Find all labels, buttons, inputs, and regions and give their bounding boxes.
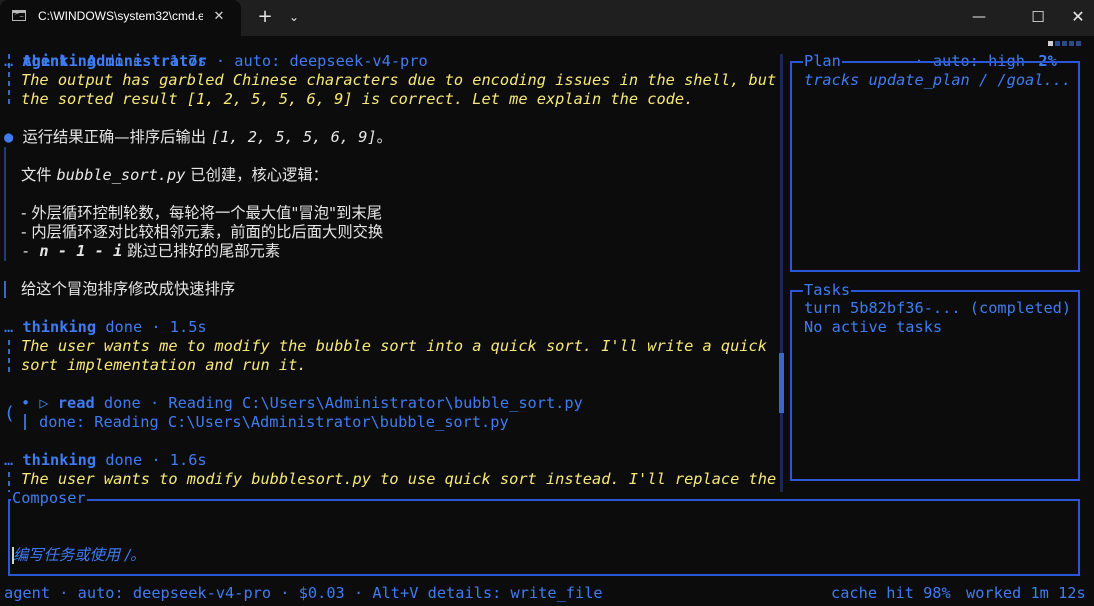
- list-item: - n - 1 - i 跳过已排好的尾部元素: [21, 242, 281, 260]
- tab-dropdown-button[interactable]: ⌄: [282, 0, 306, 36]
- user-message-marker: [4, 281, 6, 298]
- thinking-text: sort implementation and run it.: [21, 356, 307, 374]
- thinking-text: The output has garbled Chinese character…: [21, 71, 777, 89]
- tab-title: C:\WINDOWS\system32\cmd.exe: [38, 9, 203, 23]
- thinking-block-1: … thinking done · 1.7s: [4, 52, 207, 70]
- user-message: 给这个冒泡排序修改成快速排序: [21, 280, 236, 298]
- plan-body: tracks update_plan / /goal...: [804, 71, 1072, 89]
- header-line: Agent Administrator · auto: deepseek-v4-…: [4, 33, 427, 70]
- status-left: agent · auto: deepseek-v4-pro · $0.03 · …: [4, 584, 603, 602]
- composer-panel: [8, 499, 1080, 576]
- maximize-button[interactable]: ☐: [1018, 0, 1058, 36]
- close-icon[interactable]: ✕: [209, 7, 229, 27]
- context-bar: [1048, 41, 1083, 46]
- thinking-marker: [8, 340, 10, 374]
- tasks-title: Tasks: [803, 281, 852, 300]
- assistant-message: ● 运行结果正确—排序后输出 [1, 2, 5, 5, 6, 9]。: [4, 128, 392, 146]
- list-item: - 内层循环逐对比较相邻元素，前面的比后面大则交换: [21, 223, 384, 241]
- cache-status: cache hit 98%: [831, 584, 951, 602]
- tab-cmd[interactable]: C:\WINDOWS\system32\cmd.exe ✕: [0, 0, 241, 36]
- worked-status: worked 1m 12s: [966, 584, 1086, 602]
- list-item: - 外层循环控制轮数，每轮将一个最大值"冒泡"到末尾: [21, 204, 382, 222]
- thinking-text: The user wants to modify bubblesort.py t…: [21, 470, 777, 488]
- tool-result-marker: [24, 414, 26, 430]
- thinking-block-2: … thinking done · 1.5s: [4, 318, 207, 336]
- minimize-button[interactable]: —: [956, 0, 1002, 36]
- thinking-text: the sorted result [1, 2, 5, 5, 6, 9] is …: [21, 90, 694, 108]
- tool-call-read[interactable]: • ▷ read done · Reading C:\Users\Adminis…: [21, 394, 583, 413]
- scrollbar-thumb[interactable]: [779, 353, 784, 413]
- bullet-icon: ●: [4, 128, 14, 146]
- effort-line: · auto: high: [896, 33, 1025, 70]
- cmd-icon: [12, 9, 26, 21]
- composer-title: Composer: [11, 489, 87, 508]
- tasks-empty-text: No active tasks: [804, 318, 943, 336]
- message-gutter: [4, 147, 6, 261]
- plan-title: Plan: [803, 52, 842, 71]
- text-caret: [12, 547, 14, 564]
- assistant-text: 文件 bubble_sort.py 已创建，核心逻辑：: [21, 166, 328, 184]
- tool-bracket-icon: (: [4, 403, 15, 424]
- title-bar: C:\WINDOWS\system32\cmd.exe ✕ + ⌄ — ☐ ✕: [0, 0, 1094, 36]
- model-label: · auto: deepseek-v4-pro: [206, 52, 428, 70]
- new-tab-button[interactable]: +: [250, 0, 280, 36]
- context-bar-fill: [1048, 41, 1053, 46]
- plan-panel: [790, 61, 1080, 272]
- thinking-text: The user wants me to modify the bubble s…: [21, 337, 767, 355]
- task-item[interactable]: turn 5b82bf36-... (completed): [804, 299, 1071, 318]
- close-window-button[interactable]: ✕: [1062, 0, 1094, 36]
- thinking-block-3: … thinking done · 1.6s: [4, 451, 207, 469]
- transcript-scrollbar[interactable]: [780, 54, 783, 492]
- thinking-marker: [8, 472, 10, 492]
- tool-result: done: Reading C:\Users\Administrator\bub…: [39, 413, 509, 431]
- composer-input[interactable]: 编写任务或使用 /。: [13, 546, 145, 565]
